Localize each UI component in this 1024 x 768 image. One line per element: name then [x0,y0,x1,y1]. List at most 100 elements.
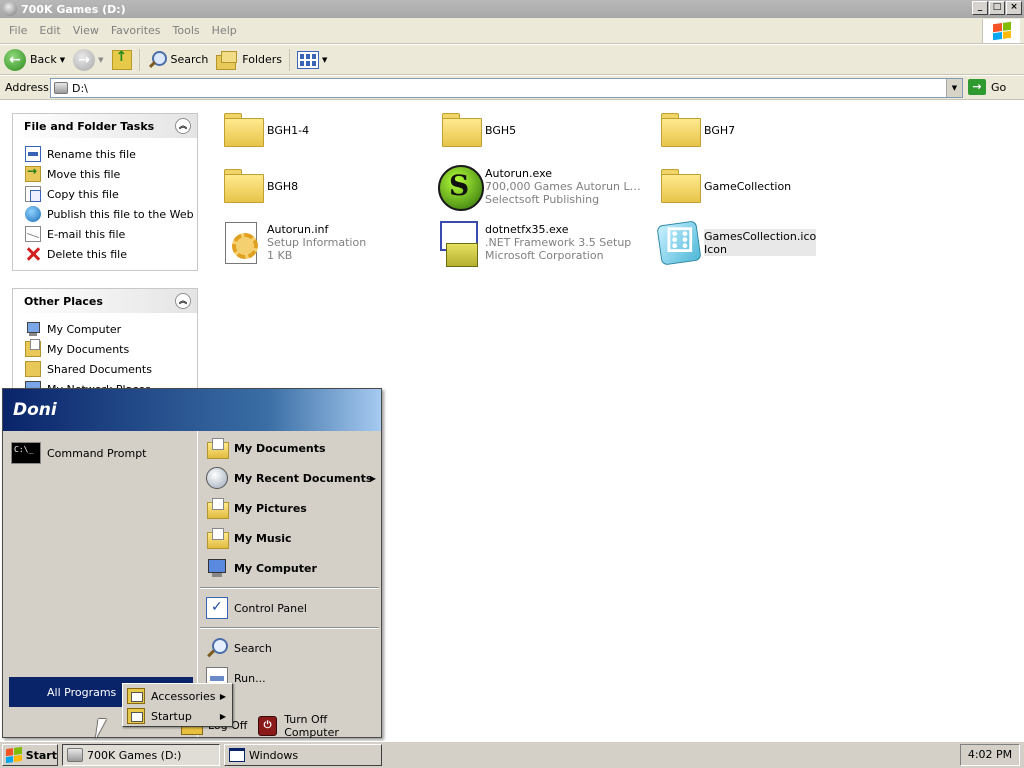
address-dropdown-icon[interactable]: ▼ [946,79,962,97]
task-copy[interactable]: Copy this file [25,184,197,204]
start-item-label: Run... [234,671,266,685]
back-button[interactable]: ← Back ▼ [0,47,69,73]
place-my-documents[interactable]: My Documents [25,339,197,359]
task-publish[interactable]: Publish this file to the Web [25,204,197,224]
start-item-my-computer[interactable]: My Computer [198,553,381,583]
submenu-item-accessories[interactable]: Accessories ▶ [123,686,232,706]
menu-view[interactable]: View [67,24,105,37]
installer-icon [434,219,482,267]
file-item[interactable]: dotnetfx35.exe .NET Framework 3.5 Setup … [434,219,644,269]
start-button[interactable]: Start [2,744,58,766]
shared-folder-icon [25,361,41,377]
forward-dropdown-icon[interactable]: ▼ [98,56,103,64]
back-dropdown-icon[interactable]: ▼ [60,56,65,64]
forward-arrow-icon: → [73,48,96,71]
file-item[interactable]: BGH5 [434,107,644,157]
menu-file[interactable]: File [0,24,33,37]
start-item-label: Control Panel [234,601,307,615]
menu-favorites[interactable]: Favorites [105,24,167,37]
submenu-arrow-icon: ▶ [219,691,226,701]
program-group-icon [127,688,145,704]
taskbar-button-label: Windows [249,748,299,762]
start-item-search[interactable]: Search [198,633,381,663]
submenu-item-startup[interactable]: Startup ▶ [123,706,232,726]
file-item[interactable]: BGH7 [653,107,863,157]
start-item-my-documents[interactable]: My Documents [198,433,381,463]
folder-icon [216,107,264,155]
minimize-button[interactable]: _ [972,1,988,15]
title-bar[interactable]: 700K Games (D:) _ □ × [0,0,1024,18]
search-button[interactable]: Search [143,47,213,73]
folders-button[interactable]: Folders [212,47,286,73]
file-description: 700,000 Games Autorun Laun... [485,180,645,193]
start-item-command-prompt[interactable]: C:\_ Command Prompt [3,438,197,468]
file-text: GamesCollection.ico Icon [704,229,817,256]
menu-help[interactable]: Help [206,24,243,37]
go-button[interactable]: → Go [968,79,1006,95]
menu-separator [200,587,379,589]
task-label: Rename this file [47,147,136,161]
file-text: BGH1-4 [267,107,309,137]
taskbar-button-label: 700K Games (D:) [87,748,182,762]
dice-icon [653,219,701,267]
taskbar-button-explorer[interactable]: 700K Games (D:) [62,744,220,766]
file-name: GamesCollection.ico [704,230,817,243]
task-move[interactable]: Move this file [25,164,197,184]
task-delete[interactable]: Delete this file [25,244,197,264]
other-places-header[interactable]: Other Places ︽ [13,288,197,313]
place-my-computer[interactable]: My Computer [25,319,197,339]
collapse-chevron-icon[interactable]: ︽ [175,118,191,134]
task-rename[interactable]: Rename this file [25,144,197,164]
start-item-control-panel[interactable]: Control Panel [198,593,381,623]
rename-icon [25,146,41,162]
address-input[interactable]: D:\ ▼ [50,78,963,98]
views-dropdown-icon[interactable]: ▼ [322,56,327,64]
file-folder-tasks-header[interactable]: File and Folder Tasks ︽ [13,113,197,138]
envelope-icon [25,226,41,242]
views-button[interactable]: ▼ [293,47,331,73]
back-label: Back [30,53,57,66]
window-title: 700K Games (D:) [21,2,126,16]
file-item[interactable]: Autorun.inf Setup Information 1 KB [216,219,426,269]
place-shared-documents[interactable]: Shared Documents [25,359,197,379]
file-item[interactable]: GamesCollection.ico Icon [653,219,863,269]
folders-icon [216,50,238,70]
submenu-label: Accessories [151,689,216,703]
system-clock[interactable]: 4:02 PM [960,744,1020,766]
pictures-folder-icon [206,497,229,519]
views-icon [297,50,320,69]
up-button[interactable] [108,47,136,73]
start-item-my-music[interactable]: My Music [198,523,381,553]
file-text: BGH7 [704,107,735,137]
forward-button[interactable]: → ▼ [69,47,107,73]
address-label: Address [5,81,49,94]
file-name: BGH8 [267,180,299,193]
start-item-recent-documents[interactable]: My Recent Documents ▶ [198,463,381,493]
file-text: GameCollection [704,163,791,193]
file-name: dotnetfx35.exe [485,223,569,236]
recent-documents-icon [206,467,228,489]
music-folder-icon [206,527,229,549]
taskbar-button-windows[interactable]: Windows [224,744,382,766]
task-list: Rename this file Move this file Copy thi… [13,138,197,270]
folder-icon [653,163,701,211]
start-item-label: Command Prompt [47,446,147,460]
setup-info-icon [216,219,264,267]
file-item[interactable]: BGH1-4 [216,107,426,157]
file-text: BGH8 [267,163,298,193]
command-prompt-icon: C:\_ [11,442,41,464]
file-text: Autorun.exe 700,000 Games Autorun Laun..… [485,163,645,206]
menu-edit[interactable]: Edit [33,24,66,37]
turn-off-button[interactable]: ⏻ Turn Off Computer [258,713,381,739]
maximize-button[interactable]: □ [989,1,1005,15]
file-item[interactable]: Autorun.exe 700,000 Games Autorun Laun..… [434,163,645,213]
file-company: Selectsoft Publishing [485,193,600,206]
file-item[interactable]: BGH8 [216,163,426,213]
collapse-chevron-icon[interactable]: ︽ [175,293,191,309]
task-email[interactable]: E-mail this file [25,224,197,244]
user-name: Doni [13,400,57,420]
menu-tools[interactable]: Tools [167,24,206,37]
start-item-my-pictures[interactable]: My Pictures [198,493,381,523]
file-item[interactable]: GameCollection [653,163,863,213]
close-button[interactable]: × [1006,1,1022,15]
